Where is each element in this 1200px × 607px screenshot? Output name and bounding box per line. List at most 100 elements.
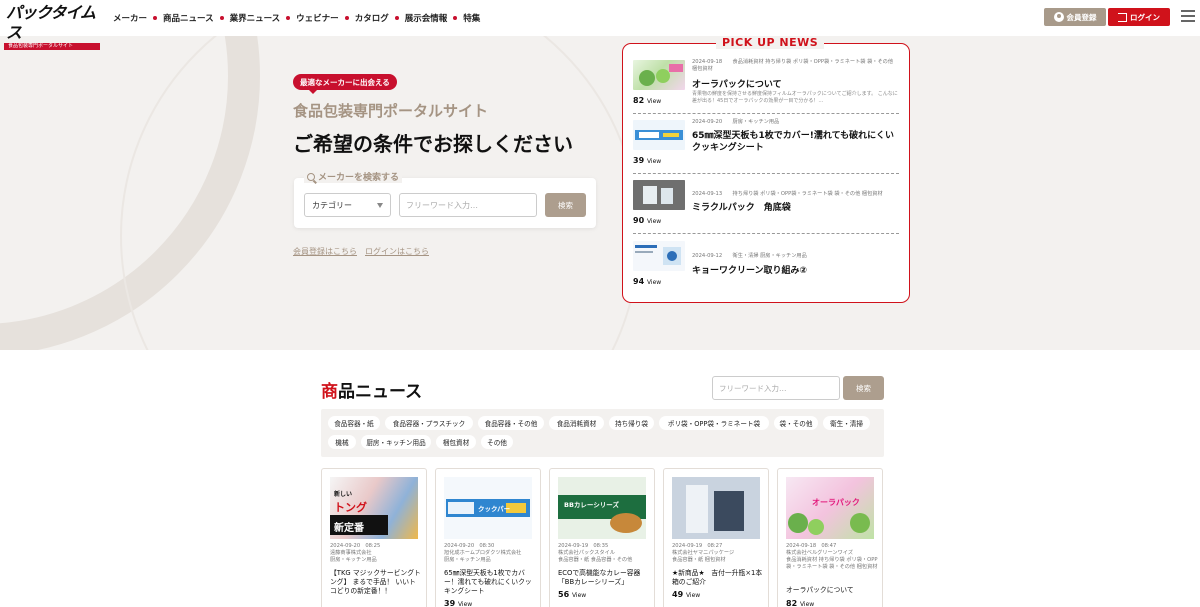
card-title: ★新商品★ 吉付一升瓶×1本箱のご紹介 [672, 569, 763, 586]
pickup-thumbnail [633, 180, 685, 210]
nav-separator [453, 16, 458, 20]
news-card[interactable]: オーラパック 2024-09-18 08:47 株式会社ベルグリーンワイズ 食品… [777, 468, 883, 607]
nav-makers[interactable]: メーカー [113, 12, 147, 24]
nav-separator [153, 16, 158, 20]
tag-food-container-plastic[interactable]: 食品容器・プラスチック [385, 416, 473, 430]
tag-poly-opp-laminate-bags[interactable]: ポリ袋・OPP袋・ラミネート袋 [659, 416, 769, 430]
card-image: BBカレーシリーズ [558, 477, 646, 539]
chevron-down-icon [377, 203, 383, 208]
tag-bags-other[interactable]: 袋・その他 [774, 416, 818, 430]
nav-exhibitions[interactable]: 展示会情報 [405, 12, 448, 24]
pickup-item[interactable]: 82 View 2024-09-18 食品消耗資材 持ち帰り袋 ポリ袋・OPP袋… [633, 56, 899, 114]
card-image-text: BBカレーシリーズ [564, 501, 619, 509]
pickup-news-panel: 82 View 2024-09-18 食品消耗資材 持ち帰り袋 ポリ袋・OPP袋… [622, 43, 910, 303]
pickup-meta: 2024-09-20 厨房・キッチン用品 [692, 119, 780, 125]
card-meta: 2024-09-19 08:35 株式会社パックスタイル 食品容器・紙 食品容器… [558, 543, 633, 563]
pickup-view-count: 90 View [633, 216, 662, 225]
news-card[interactable]: クックパー 2024-09-20 08:30 旭化成ホームプロダクツ株式会社 厨… [435, 468, 541, 607]
nav-catalog[interactable]: カタログ [355, 12, 389, 24]
cleaning-image [635, 245, 681, 265]
pickup-item[interactable]: 94 View 2024-09-12 衛生・清掃 厨房・キッチン用品 キョーワク… [633, 237, 899, 295]
tag-packing-materials[interactable]: 梱包資材 [436, 435, 476, 449]
nav-product-news[interactable]: 商品ニュース [163, 12, 214, 24]
pickup-title: キョーワクリーン取り組み② [692, 266, 808, 276]
bottle-box-image [672, 477, 760, 539]
pickup-item[interactable]: 39 View 2024-09-20 厨房・キッチン用品 65㎜深型天板も1枚で… [633, 116, 899, 174]
pickup-title: 65㎜深型天板も1枚でカバー!濡れても破れにくいクッキングシート [692, 131, 894, 153]
card-image-text: オーラパック [812, 498, 860, 507]
nav-separator [394, 16, 399, 20]
news-card[interactable]: BBカレーシリーズ 2024-09-19 08:35 株式会社パックスタイル 食… [549, 468, 655, 607]
card-meta: 2024-09-19 08:27 株式会社ヤマニパッケージ 食品容器・紙 梱包資… [672, 543, 735, 563]
tag-other[interactable]: その他 [481, 435, 513, 449]
search-icon [307, 172, 315, 181]
login-link[interactable]: ログインはこちら [365, 246, 429, 257]
maker-search-label-text: メーカーを検索する [318, 173, 400, 183]
tag-food-container-paper[interactable]: 食品容器・紙 [328, 416, 380, 430]
card-meta: 2024-09-20 08:25 遠藤商事株式会社 厨房・キッチン用品 [330, 543, 381, 563]
tag-kitchen-goods[interactable]: 厨房・キッチン用品 [361, 435, 431, 449]
maker-search-button[interactable]: 検索 [545, 193, 586, 217]
news-card[interactable]: 2024-09-19 08:27 株式会社ヤマニパッケージ 食品容器・紙 梱包資… [663, 468, 769, 607]
tag-hygiene-cleaning[interactable]: 衛生・清掃 [823, 416, 870, 430]
pickup-view-count: 94 View [633, 277, 662, 286]
tag-food-container-other[interactable]: 食品容器・その他 [478, 416, 544, 430]
card-image: クックパー [444, 477, 532, 539]
card-image: オーラパック [786, 477, 874, 539]
news-keyword-input[interactable] [712, 376, 840, 400]
hero-section [0, 36, 1200, 350]
card-image: 新しい トング 新定番 [330, 477, 418, 539]
card-image-text: 新定番 [334, 523, 364, 534]
user-icon [1053, 12, 1064, 22]
category-tag-panel: 食品容器・紙 食品容器・プラスチック 食品容器・その他 食品消耗資材 持ち帰り袋… [321, 409, 884, 457]
tag-machinery[interactable]: 機械 [328, 435, 356, 449]
register-button[interactable]: 会員登録 [1044, 8, 1106, 26]
news-search-button[interactable]: 検索 [843, 376, 884, 400]
hero-subtitle: 食品包装専門ポータルサイト [293, 102, 489, 120]
card-title: 65㎜深型天板も1枚でカバー！濡れても破れにくいクッキングシート [444, 569, 532, 595]
register-link[interactable]: 会員登録はこちら [293, 246, 357, 257]
site-header: パックタイムス 食品包装専門ポータルサイト メーカー 商品ニュース 業界ニュース… [0, 0, 1200, 50]
category-select[interactable]: カテゴリー [304, 193, 391, 217]
pickup-view-count: 82 View [633, 96, 662, 105]
register-button-label: 会員登録 [1066, 12, 1097, 22]
card-image-text: クックパー [478, 505, 511, 513]
category-select-value: カテゴリー [312, 200, 352, 210]
card-meta: 2024-09-20 08:30 旭化成ホームプロダクツ株式会社 厨房・キッチン… [444, 543, 522, 563]
nav-separator [344, 16, 349, 20]
nav-separator [286, 16, 291, 20]
bag-image [633, 180, 685, 210]
pickup-meta: 2024-09-18 食品消耗資材 持ち帰り袋 ポリ袋・OPP袋・ラミネート袋 … [692, 59, 894, 72]
card-title: 【TKG マジックサービングトング】 まるで手品！ いいトコどりの新定番！！ [330, 569, 421, 595]
news-card[interactable]: 新しい トング 新定番 2024-09-20 08:25 遠藤商事株式会社 厨房… [321, 468, 427, 607]
tag-food-consumables[interactable]: 食品消耗資材 [549, 416, 604, 430]
hero-title: ご希望の条件でお探しください [293, 132, 573, 156]
hamburger-menu-icon[interactable] [1181, 10, 1195, 22]
card-image-text: 新しい [334, 491, 353, 498]
pickup-thumbnail [633, 120, 685, 150]
site-logo[interactable]: パックタイムス 食品包装専門ポータルサイト [4, 3, 102, 50]
login-button[interactable]: ログイン [1108, 8, 1170, 26]
nav-industry-news[interactable]: 業界ニュース [230, 12, 281, 24]
nav-separator [219, 16, 224, 20]
nav-webinar[interactable]: ウェビナー [296, 12, 339, 24]
pickup-item[interactable]: 90 View 2024-09-13 持ち帰り袋 ポリ袋・OPP袋・ラミネート袋… [633, 176, 899, 234]
pickup-news-title: PICK UP NEWS [716, 36, 825, 49]
pickup-thumbnail [633, 60, 685, 90]
card-view-count: 39 View [444, 599, 473, 607]
cooking-sheet-image [635, 130, 683, 140]
tag-takeout-bags[interactable]: 持ち帰り袋 [609, 416, 654, 430]
main-nav: メーカー 商品ニュース 業界ニュース ウェビナー カタログ 展示会情報 特集 [113, 12, 480, 24]
pickup-view-count: 39 View [633, 156, 662, 165]
card-title: ECOで高機能なカレー容器「BBカレーシリーズ」 [558, 569, 641, 586]
nav-features[interactable]: 特集 [463, 12, 480, 24]
card-image [672, 477, 760, 539]
product-news-heading: 商品ニュース [321, 382, 423, 402]
pickup-description: 青果物の鮮度を保持させる鮮度保持フィルムオーラパックについてご紹介します。 こん… [692, 91, 898, 104]
pickup-meta: 2024-09-13 持ち帰り袋 ポリ袋・OPP袋・ラミネート袋 袋・その他 梱… [692, 191, 883, 197]
maker-keyword-input[interactable] [399, 193, 537, 217]
card-image-text: トング [334, 501, 367, 514]
pickup-meta: 2024-09-12 衛生・清掃 厨房・キッチン用品 [692, 253, 807, 259]
card-view-count: 82 View [786, 599, 815, 607]
logo-text: パックタイムス [6, 3, 96, 42]
